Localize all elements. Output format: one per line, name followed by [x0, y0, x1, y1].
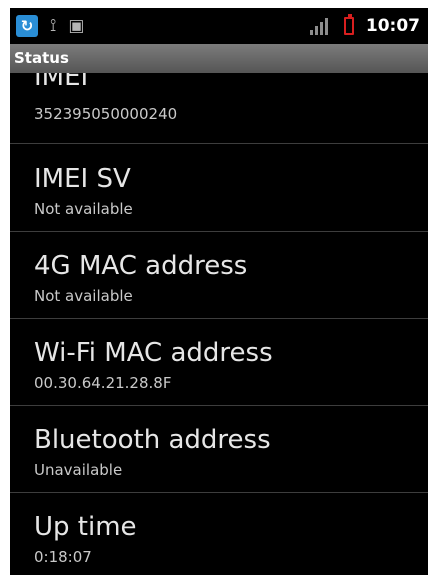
page-title: Status [10, 44, 428, 73]
status-bar-left: ↻ ⟟ ▣ [16, 14, 84, 38]
list-item-4g-mac[interactable]: 4G MAC address Not available [10, 232, 428, 318]
sync-icon: ↻ [16, 15, 38, 37]
status-bar-right: 10:07 [309, 14, 420, 38]
signal-icon [309, 17, 332, 35]
status-list[interactable]: IMEI 352395050000240 IMEI SV Not availab… [10, 73, 428, 575]
item-value: 352395050000240 [34, 105, 178, 123]
status-time: 10:07 [365, 16, 420, 36]
android-debug-icon: ▣ [68, 15, 85, 36]
item-value: 00.30.64.21.28.8F [34, 374, 172, 392]
list-item-wifi-mac[interactable]: Wi-Fi MAC address 00.30.64.21.28.8F [10, 319, 428, 405]
item-title: IMEI [34, 73, 89, 92]
item-title: Up time [34, 512, 137, 542]
item-title: Bluetooth address [34, 425, 271, 455]
item-title: 4G MAC address [34, 251, 248, 281]
item-value: Unavailable [34, 461, 123, 479]
list-item-imei-sv[interactable]: IMEI SV Not available [10, 144, 428, 231]
item-value: 0:18:07 [34, 548, 92, 566]
usb-icon: ⟟ [50, 15, 57, 36]
list-item-imei[interactable]: IMEI 352395050000240 [10, 73, 428, 143]
battery-icon [343, 14, 354, 35]
list-item-bluetooth[interactable]: Bluetooth address Unavailable [10, 406, 428, 492]
item-value: Not available [34, 200, 133, 218]
item-title: IMEI SV [34, 164, 131, 194]
item-value: Not available [34, 287, 133, 305]
status-bar: ↻ ⟟ ▣ 10:07 [10, 8, 428, 44]
list-item-up-time[interactable]: Up time 0:18:07 [10, 493, 428, 575]
item-title: Wi-Fi MAC address [34, 338, 273, 368]
phone-screen: ↻ ⟟ ▣ 10:07 Status IMEI 352395050000240 … [10, 8, 428, 575]
